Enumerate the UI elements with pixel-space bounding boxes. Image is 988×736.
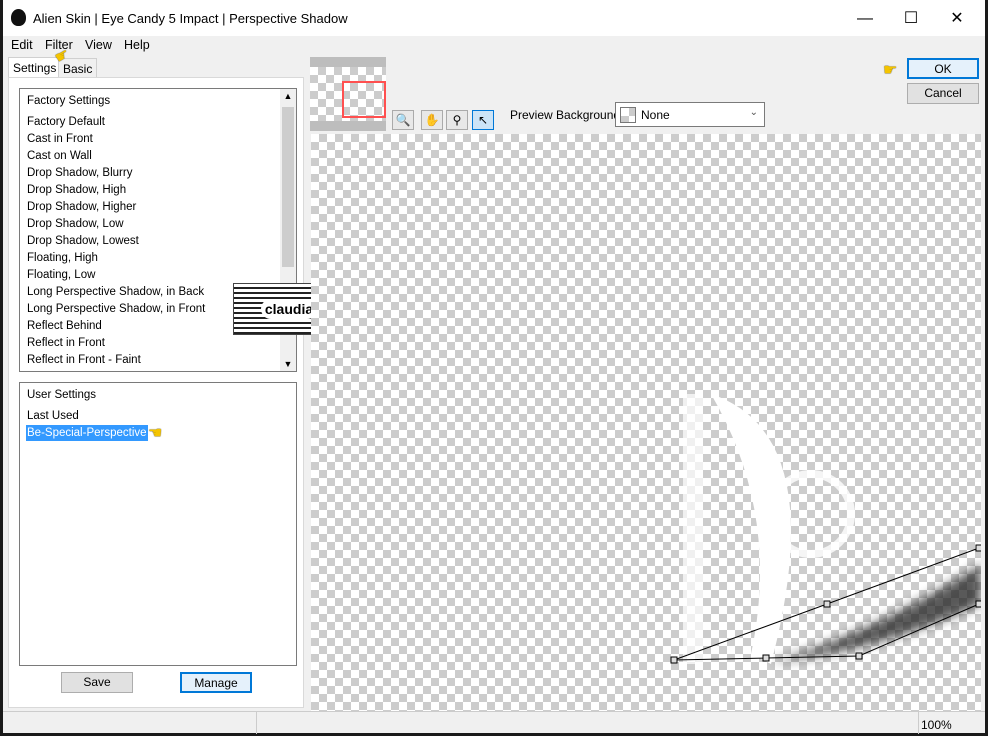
app-window: Alien Skin | Eye Candy 5 Impact | Perspe… [3, 0, 985, 734]
user-settings-header: User Settings [27, 389, 97, 401]
menu-edit[interactable]: Edit [11, 38, 33, 52]
hand-icon[interactable]: ✋ [421, 110, 443, 130]
menu-help[interactable]: Help [124, 38, 150, 52]
preview-image [670, 394, 981, 664]
zoom-level: 100% [921, 718, 952, 732]
scroll-down-icon[interactable]: ▼ [280, 359, 296, 369]
save-button[interactable]: Save [61, 672, 133, 693]
list-item[interactable]: Last Used [26, 408, 80, 424]
factory-settings-header: Factory Settings [27, 95, 111, 107]
pointing-hand-icon: ☛ [883, 62, 898, 79]
title-bar: Alien Skin | Eye Candy 5 Impact | Perspe… [3, 0, 985, 36]
pointing-hand-icon: ☚ [148, 425, 163, 442]
list-item[interactable]: Floating, Low [26, 267, 96, 283]
close-button[interactable]: ✕ [937, 6, 977, 32]
letter-b-curve [711, 394, 791, 664]
list-item[interactable]: Drop Shadow, Blurry [26, 165, 133, 181]
minimize-button[interactable]: — [845, 6, 885, 32]
preview-canvas[interactable] [311, 134, 981, 711]
tab-settings[interactable]: Settings [8, 57, 62, 78]
list-item[interactable]: Cast in Front [26, 131, 94, 147]
alien-skin-icon [11, 9, 26, 26]
list-item[interactable]: Cast on Wall [26, 148, 93, 164]
list-item[interactable]: Long Perspective Shadow, in Back [26, 284, 205, 300]
zoom-icon[interactable]: ⚲ [446, 110, 468, 130]
list-item[interactable]: Factory Default [26, 114, 106, 130]
list-item[interactable]: Floating, High [26, 250, 99, 266]
list-item[interactable]: Drop Shadow, Higher [26, 199, 137, 215]
navigator-icon[interactable]: 🔍 [392, 110, 414, 130]
scroll-thumb[interactable] [282, 107, 294, 267]
chevron-down-icon: ⌄ [749, 107, 758, 118]
scroll-up-icon[interactable]: ▲ [280, 91, 296, 101]
list-item[interactable]: Long Perspective Shadow, in Front [26, 301, 206, 317]
window-title: Alien Skin | Eye Candy 5 Impact | Perspe… [33, 11, 348, 26]
list-item[interactable]: Reflect in Front - Faint [26, 352, 142, 368]
view-frame[interactable] [342, 81, 386, 118]
select-value: None [641, 108, 670, 122]
list-item[interactable]: Drop Shadow, Low [26, 216, 125, 232]
pointer-icon[interactable]: ↖ [472, 110, 494, 130]
maximize-button[interactable]: ☐ [891, 6, 931, 32]
list-item[interactable]: Reflect Behind [26, 318, 103, 334]
list-item[interactable]: Reflect in Front [26, 335, 106, 351]
status-bar: 100% [3, 711, 985, 734]
menu-view[interactable]: View [85, 38, 112, 52]
settings-panel: Factory Settings Factory Default Cast in … [8, 77, 304, 708]
user-settings-list[interactable]: User Settings Last Used Be-Special-Persp… [19, 382, 297, 666]
preview-background-label: Preview Background: [510, 108, 624, 122]
navigator-thumbnail[interactable] [310, 57, 386, 131]
list-item[interactable]: Drop Shadow, Lowest [26, 233, 140, 249]
list-item-selected[interactable]: Be-Special-Perspective [26, 425, 148, 441]
ok-button[interactable]: OK [907, 58, 979, 79]
cancel-button[interactable]: Cancel [907, 83, 979, 104]
list-item[interactable]: Drop Shadow, High [26, 182, 127, 198]
letter-b-stem [683, 394, 703, 664]
preview-background-select[interactable]: None ⌄ [615, 102, 765, 127]
watermark-text: claudia [260, 299, 318, 319]
swatch-icon [620, 107, 636, 123]
manage-button[interactable]: Manage [180, 672, 252, 693]
